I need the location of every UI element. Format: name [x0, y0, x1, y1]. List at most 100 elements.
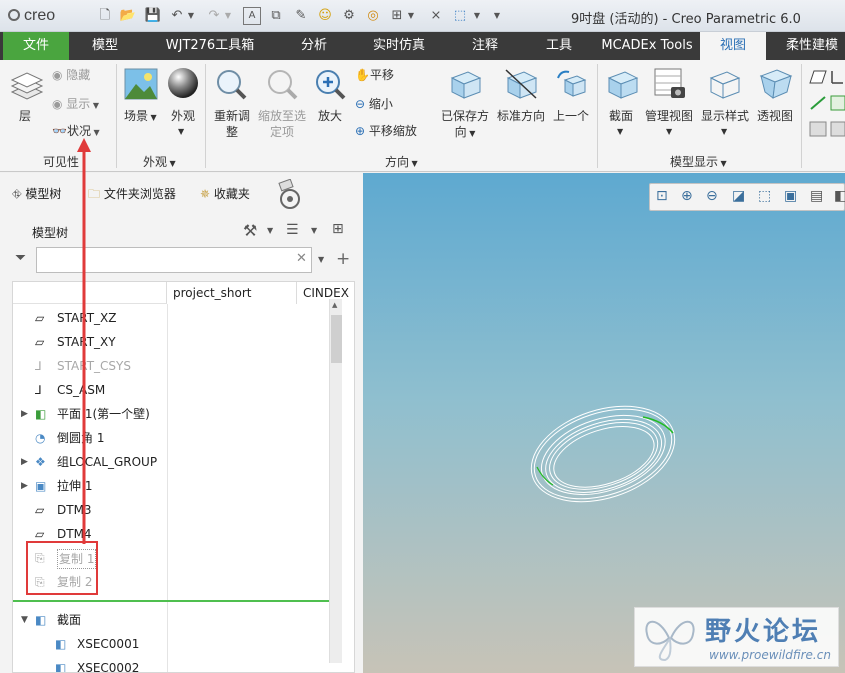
tab-model-tree[interactable]: ⛗ 模型树	[12, 185, 61, 202]
redo-dropdown-icon[interactable]: ▼	[223, 7, 233, 25]
tab-wjt276-toolbox[interactable]: WJT276工具箱	[154, 32, 266, 60]
manage-views-button[interactable]: 管理视图	[645, 108, 693, 124]
show-button[interactable]: ◉ 显示 ▼	[52, 95, 99, 113]
search-dropdown-icon[interactable]: ▼	[318, 255, 324, 264]
expand-arrow-icon[interactable]: ▶	[21, 402, 28, 426]
expand-arrow-icon[interactable]: ▶	[21, 474, 28, 498]
saved-orientations-icon[interactable]	[448, 68, 482, 100]
display-style-button[interactable]: 显示样式	[701, 108, 749, 124]
tab-flexible-modeling[interactable]: 柔性建模	[779, 32, 845, 60]
zoom-in-button[interactable]: 放大	[318, 108, 342, 124]
previous-orientation-button[interactable]: 上一个	[553, 108, 589, 124]
standard-orientation-icon[interactable]	[504, 68, 538, 100]
view-manager-small-icon[interactable]: ▤	[810, 188, 823, 204]
insert-here-marker[interactable]	[13, 600, 341, 602]
brush-icon[interactable]: ✎	[292, 7, 310, 25]
column-header-project-short[interactable]: project_short	[167, 282, 297, 304]
tab-folder-browser[interactable]: 🗀 文件夹浏览器	[88, 185, 176, 206]
model-tree-settings-icon[interactable]	[274, 179, 306, 211]
section-button[interactable]: 截面	[609, 108, 633, 124]
datum-plane-display-icon[interactable]	[808, 68, 828, 86]
column-header-cindex[interactable]: CINDEX	[297, 282, 354, 304]
display-style-dropdown-icon[interactable]: ▼	[721, 124, 727, 140]
windows-icon[interactable]: ⧉	[267, 7, 285, 25]
collapse-arrow-icon[interactable]: ▼	[21, 608, 28, 632]
appearance-sphere-icon[interactable]	[167, 67, 199, 99]
add-column-icon[interactable]: +	[336, 249, 350, 269]
zoom-out-small-icon[interactable]: ⊖	[706, 188, 718, 204]
previous-orientation-icon[interactable]	[555, 68, 589, 100]
expand-arrow-icon[interactable]: ▶	[21, 450, 28, 474]
smile-icon[interactable]: ☺	[316, 7, 334, 25]
section-dropdown-icon[interactable]: ▼	[617, 124, 623, 140]
scroll-up-icon[interactable]: ▲	[332, 301, 337, 309]
manage-views-icon[interactable]	[653, 67, 687, 101]
tab-favorites[interactable]: ✵ 收藏夹	[200, 185, 250, 202]
section-small-icon[interactable]: ◧	[834, 188, 845, 204]
pan-button[interactable]: ✋平移	[355, 66, 394, 84]
copy-dropdown-icon[interactable]: ▼	[406, 7, 416, 25]
section-icon[interactable]	[605, 68, 639, 100]
tab-tools[interactable]: 工具	[530, 32, 588, 60]
layer-icon[interactable]	[10, 72, 44, 100]
datum-point-display-icon[interactable]	[808, 120, 828, 138]
zoom-in-icon[interactable]	[314, 68, 346, 100]
spin-center-display-icon[interactable]	[830, 120, 845, 138]
zoom-to-selected-button[interactable]: 缩放至选 定项	[258, 108, 306, 140]
display-style-small-icon[interactable]: ⬚	[758, 188, 771, 204]
scrollbar-thumb[interactable]	[331, 315, 342, 363]
appearance-button[interactable]: 外观	[171, 108, 195, 124]
save-icon[interactable]: 💾	[144, 7, 162, 25]
tab-model[interactable]: 模型	[73, 32, 137, 60]
datum-axis-display-icon[interactable]	[808, 94, 828, 112]
customize-dropdown-icon[interactable]: ▼	[492, 7, 502, 25]
undo-icon[interactable]: ↶	[168, 7, 186, 25]
tab-annotate[interactable]: 注释	[454, 32, 516, 60]
new-icon[interactable]: 🗋	[96, 7, 114, 25]
close-small-icon[interactable]: ⨯	[427, 7, 445, 25]
status-button[interactable]: 👓状况 ▼	[52, 122, 100, 140]
undo-dropdown-icon[interactable]: ▼	[186, 7, 196, 25]
saved-orientations-small-icon[interactable]: ▣	[784, 188, 797, 204]
view-dropdown-icon[interactable]: ▼	[472, 7, 482, 25]
tab-analysis[interactable]: 分析	[283, 32, 345, 60]
repaint-button[interactable]: 重新调整	[214, 108, 250, 140]
standard-orientation-button[interactable]: 标准方向	[497, 108, 545, 124]
tree-filter-grid-icon[interactable]: ⊞	[332, 221, 344, 237]
tab-live-simulation[interactable]: 实时仿真	[362, 32, 436, 60]
tree-show-dropdown-icon[interactable]: ▼	[311, 226, 317, 235]
group-orientation-label[interactable]: 方向 ▼	[385, 153, 418, 170]
repaint-icon[interactable]	[215, 68, 247, 100]
layer-button[interactable]: 层	[19, 108, 31, 124]
manage-views-dropdown-icon[interactable]: ▼	[666, 124, 672, 140]
copy-icon[interactable]: ⊞	[388, 7, 406, 25]
zoom-in-small-icon[interactable]: ⊕	[681, 188, 693, 204]
target-icon[interactable]: ◎	[364, 7, 382, 25]
perspective-button[interactable]: 透视图	[757, 108, 793, 124]
group-model-display-label[interactable]: 模型显示 ▼	[670, 153, 727, 170]
hide-button[interactable]: ◉ 隐藏	[52, 66, 90, 84]
tree-show-icon[interactable]: ☰	[286, 222, 299, 238]
zoom-out-button[interactable]: ⊖ 缩小	[355, 95, 393, 113]
model-wireframe[interactable]	[523, 399, 683, 509]
graphics-viewport[interactable]: ⊡ ⊕ ⊖ ◪ ⬚ ▣ ▤ ◧ 野火论坛 www.proewildfire.cn	[363, 173, 845, 673]
tree-settings-dropdown-icon[interactable]: ▼	[267, 226, 273, 235]
perspective-icon[interactable]	[759, 68, 793, 100]
appearance-dropdown-icon[interactable]: ▼	[178, 124, 184, 140]
scene-icon[interactable]	[124, 68, 158, 100]
refit-icon[interactable]: ⊡	[656, 188, 668, 204]
gear-icon[interactable]: ⚙	[340, 7, 358, 25]
display-style-icon[interactable]	[707, 68, 741, 100]
column-header-tree[interactable]	[13, 282, 167, 304]
scene-button[interactable]: 场景 ▼	[124, 108, 157, 126]
tab-file[interactable]: 文件	[3, 32, 69, 60]
creo-logo[interactable]: creo	[8, 7, 84, 27]
model-tree-search-input[interactable]	[36, 247, 312, 273]
tree-settings-icon[interactable]: ⚒	[243, 221, 257, 240]
tab-mcadex-tools[interactable]: MCADEx Tools	[598, 32, 696, 60]
annotation-display-icon[interactable]	[830, 94, 845, 112]
pan-zoom-button[interactable]: ⊕ 平移缩放	[355, 122, 417, 140]
open-icon[interactable]: 📂	[119, 7, 137, 25]
group-appearance-label[interactable]: 外观 ▼	[143, 153, 176, 170]
view-cube-icon[interactable]: ⬚	[451, 7, 469, 25]
